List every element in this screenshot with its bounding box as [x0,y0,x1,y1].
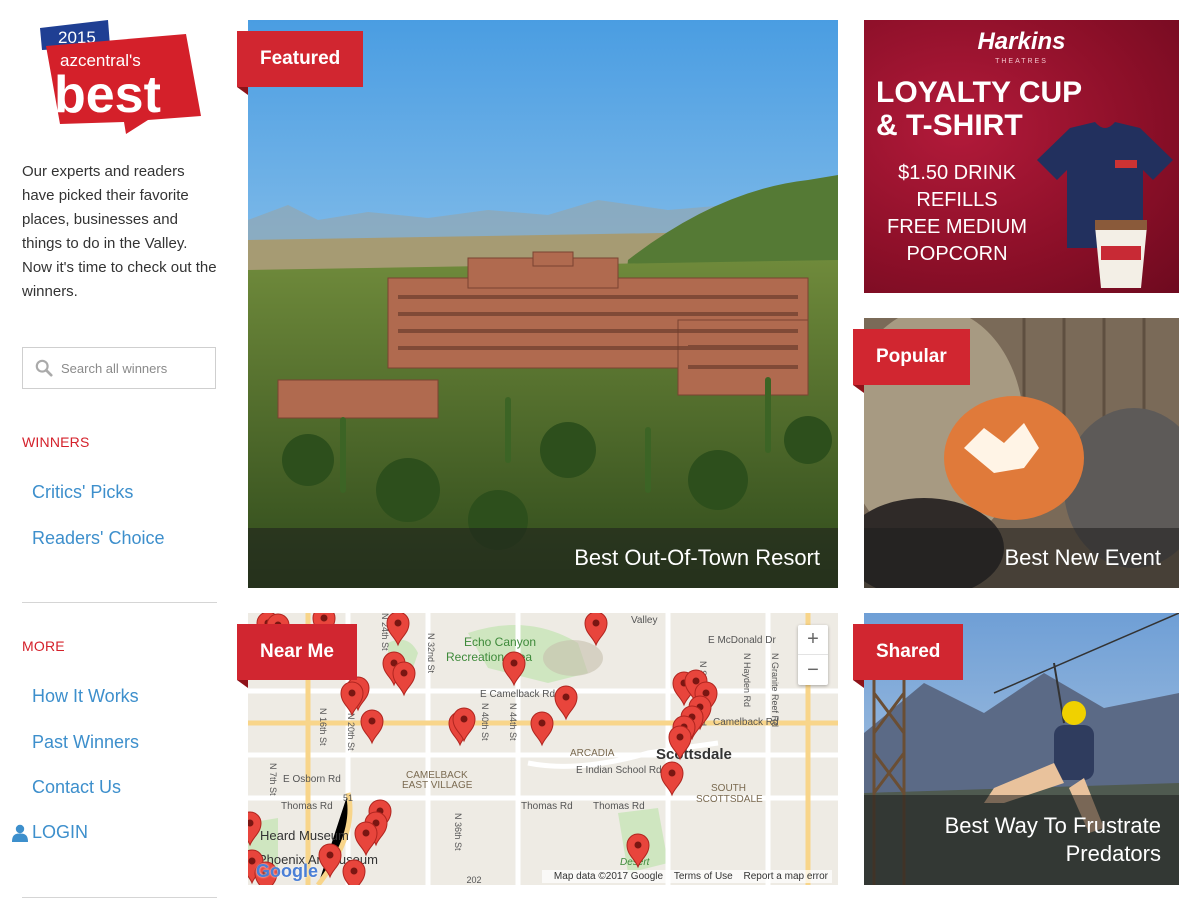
winners-heading: WINNERS [22,434,90,450]
near-me-badge: Near Me [237,624,357,688]
map-pin-dot [510,659,518,667]
map-label-osborn: E Osborn Rd [283,774,341,785]
featured-tile[interactable]: Featured Best Out-Of-Town Resort [237,20,838,588]
map-label-n20th: N 20th St [346,713,356,751]
login-label: LOGIN [32,822,89,842]
map-label-scottsdale: Scottsdale [656,746,732,763]
map-data-credit: Map data ©2017 Google [553,871,664,882]
popular-badge: Popular [853,329,970,393]
map-label-camelback: E Camelback Rd [480,689,555,700]
popular-tile[interactable]: Popular Best New Event [853,318,1179,588]
featured-caption[interactable]: Best Out-Of-Town Resort [248,528,838,588]
map-label-mcdonald: E McDonald Dr [708,635,776,646]
divider [22,897,217,898]
map-pin-dot [368,717,376,725]
shared-caption-line2: Predators [1065,841,1161,866]
more-heading: MORE [22,638,65,654]
zoom-out-button[interactable]: − [798,655,828,685]
ad-headline-line1: LOYALTY CUP [876,76,1083,109]
map-pin-dot [350,867,358,875]
terms-of-use-link[interactable]: Terms of Use [674,871,733,882]
nav-how-it-works[interactable]: How It Works [32,686,139,707]
map-pin-dot [676,733,684,741]
divider [22,602,217,603]
map-label-n44th: N 44th St [508,703,518,741]
map-label-granite: N Granite Reef Rd [770,653,780,727]
map-label-arcadia: ARCADIA [570,748,615,759]
map-pin-dot [460,715,468,723]
zoom-in-button[interactable]: + [798,625,828,655]
nav-contact-us[interactable]: Contact Us [32,777,121,798]
map-label-route-202: 202 [466,875,481,885]
shared-tile[interactable]: Shared Best Way To Frustrate Predators [853,613,1179,885]
map-pin-dot [592,619,600,627]
map-pin-dot [692,677,700,685]
ad-line4: POPCORN [906,243,1008,265]
map-label-thomas-1: Thomas Rd [281,801,333,812]
ad-line2: REFILLS [916,189,998,211]
map-pin-dot [362,829,370,837]
google-logo[interactable]: Google [256,861,318,882]
map-pin-dot [400,669,408,677]
map-pin-dot [320,614,328,622]
sidebar: 2015 azcentral's best Our experts and re… [0,0,230,900]
map-pin-dot [668,769,676,777]
logo-title: best [54,66,161,124]
popular-caption[interactable]: Best New Event [864,528,1179,588]
shared-badge: Shared [853,624,964,688]
map-label-heard-museum: Heard Museum [260,828,349,843]
map-label-hayden: N Hayden Rd [742,653,752,707]
nav-readers-choice[interactable]: Readers' Choice [32,528,165,549]
map-label-n36th: N 36th St [453,813,463,851]
search-icon [35,359,53,377]
map-pin-dot [394,619,402,627]
map-label-echo-canyon: Echo Canyon [464,635,536,649]
search-input[interactable] [61,360,211,376]
resort-photo [248,20,838,588]
ad-offer-lines: $1.50 DRINK REFILLS FREE MEDIUM POPCORN [872,160,1042,268]
search-box[interactable] [22,347,216,389]
map-zoom-control: + − [798,625,828,685]
map-label-n16th: N 16th St [318,708,328,746]
map-pin-dot [348,689,356,697]
map-pin-dot [634,841,642,849]
user-icon [12,824,28,842]
nav-past-winners[interactable]: Past Winners [32,732,139,753]
ad-line3: FREE MEDIUM [887,216,1027,238]
shared-caption-line1: Best Way To Frustrate [944,813,1161,838]
map-label-n40th: N 40th St [480,703,490,741]
map-label-n7th: N 7th St [268,763,278,796]
featured-badge: Featured [237,31,364,95]
loyalty-cup-image [1095,220,1147,288]
map-pin-dot [248,857,256,865]
nav-critics-picks[interactable]: Critics' Picks [32,482,133,503]
map-label-camelback-east: Camelback Rd [713,717,779,728]
shared-caption[interactable]: Best Way To Frustrate Predators [864,795,1179,885]
map-attribution: Map data ©2017 Google Terms of Use Repor… [541,870,832,883]
map-label-south-scottsdale-1: SOUTH [711,783,746,794]
report-map-error-link[interactable]: Report a map error [744,871,828,882]
login-link[interactable]: LOGIN [12,822,88,843]
map-pin-dot [562,693,570,701]
map-label-route-51: 51 [343,793,353,803]
ad-brand-sub: THEATRES [995,58,1048,65]
intro-text: Our experts and readers have picked thei… [22,163,217,300]
map-label-thomas-2: Thomas Rd [521,801,573,812]
harkins-ad[interactable]: Harkins THEATRES LOYALTY CUP & T-SHIRT $… [864,20,1179,293]
map-label-indian-school: E Indian School Rd [576,765,662,776]
azcentral-best-logo[interactable]: 2015 azcentral's best [36,16,206,140]
map-label-n32nd: N 32nd St [426,633,436,674]
map-label-thomas-3: Thomas Rd [593,801,645,812]
map-pin-dot [538,719,546,727]
ad-line1: $1.50 DRINK [898,162,1016,184]
map-label-valley: Valley [631,615,658,626]
ad-brand: Harkins [977,28,1066,55]
map-label-south-scottsdale-2: SCOTTSDALE [696,794,763,805]
map-label-camelback-east-2: EAST VILLAGE [402,780,473,791]
near-me-tile[interactable]: Valley E McDonald Dr Echo Canyon Recreat… [237,613,838,885]
map-pin-dot [702,689,710,697]
map-pin-dot [326,851,334,859]
